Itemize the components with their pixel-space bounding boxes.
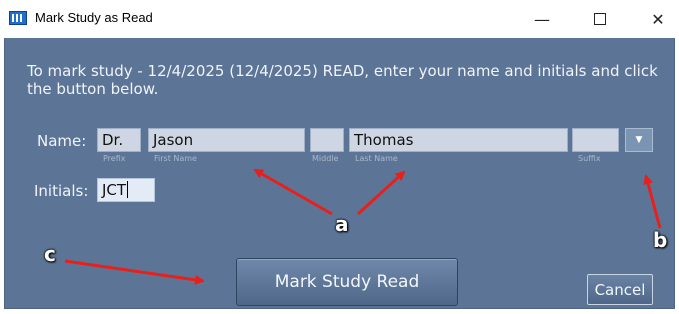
middle-name-input[interactable] (310, 128, 344, 152)
last-name-caption: Last Name (355, 154, 398, 163)
first-name-input[interactable]: Jason (148, 128, 305, 152)
close-icon: ✕ (651, 9, 665, 29)
suffix-input[interactable] (572, 128, 619, 152)
callout-b: b (653, 228, 668, 252)
suffix-caption: Suffix (578, 154, 601, 163)
initials-label: Initials: (34, 182, 89, 200)
name-label: Name: (37, 132, 87, 150)
mark-study-window: Mark Study as Read — ✕ To mark study - 1… (0, 0, 679, 314)
close-button[interactable]: ✕ (635, 0, 679, 38)
callout-a: a (335, 212, 349, 236)
prefix-input[interactable]: Dr. (97, 128, 141, 152)
title-bar: Mark Study as Read — ✕ (0, 0, 679, 38)
window-title: Mark Study as Read (35, 10, 153, 25)
maximize-button[interactable] (577, 0, 623, 38)
text-caret (127, 181, 129, 198)
dialog-body: To mark study - 12/4/2025 (12/4/2025) RE… (4, 38, 675, 309)
cancel-button[interactable]: Cancel (587, 274, 653, 305)
initials-input[interactable]: JCT (97, 178, 155, 202)
mark-study-read-button[interactable]: Mark Study Read (236, 258, 458, 306)
last-name-input[interactable]: Thomas (349, 128, 568, 152)
chevron-down-icon: ▼ (635, 135, 643, 145)
app-icon (9, 11, 27, 25)
minimize-icon: — (534, 9, 550, 29)
instructions-text: To mark study - 12/4/2025 (12/4/2025) RE… (27, 62, 658, 98)
first-name-caption: First Name (154, 154, 197, 163)
maximize-icon (594, 13, 606, 25)
middle-name-caption: Middle (312, 154, 339, 163)
initials-value: JCT (102, 181, 127, 199)
prefix-caption: Prefix (103, 154, 126, 163)
callout-c: c (44, 242, 56, 266)
minimize-button[interactable]: — (519, 0, 565, 38)
name-dropdown-button[interactable]: ▼ (625, 128, 653, 152)
